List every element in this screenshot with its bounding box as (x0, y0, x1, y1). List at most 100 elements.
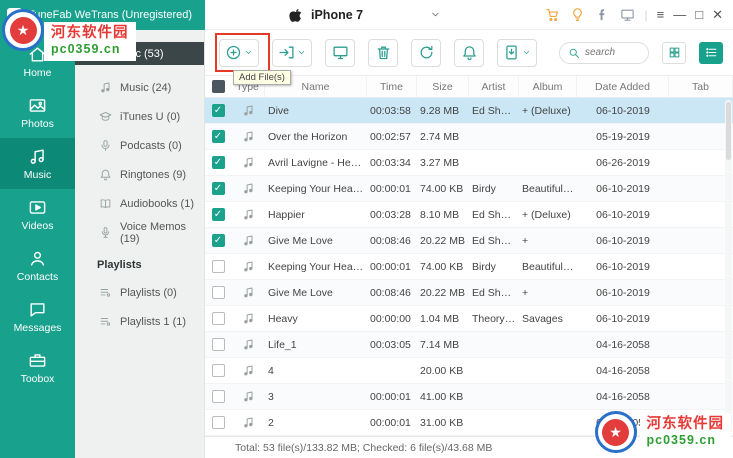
song-size: 20.22 MB (420, 286, 465, 299)
library-item-label: Ringtones (9) (120, 168, 187, 181)
table-row[interactable]: ✓ Avril Lavigne - Here's To... 00:03:34 … (205, 150, 733, 176)
row-checkbox[interactable] (211, 364, 225, 377)
select-all-checkbox[interactable] (211, 80, 225, 93)
list-view-button[interactable] (699, 41, 723, 64)
device-selector[interactable]: iPhone 7 (289, 8, 441, 22)
library-item[interactable]: Music (24) (75, 73, 204, 102)
song-date-added: 04-16-2058 (596, 364, 650, 377)
scrollbar-thumb[interactable] (726, 102, 731, 160)
row-checkbox[interactable]: ✓ (211, 104, 225, 117)
song-time: 00:08:46 (370, 234, 411, 247)
library-item[interactable]: iTunes U (0) (75, 102, 204, 131)
column-header-date-added[interactable]: Date Added (577, 76, 669, 97)
row-checkbox[interactable]: ✓ (211, 234, 225, 247)
row-checkbox[interactable] (211, 416, 225, 429)
menu-icon[interactable]: ≡ (657, 8, 665, 21)
add-file-button[interactable] (219, 38, 259, 67)
table-row[interactable]: 3 00:00:01 41.00 KB 04-16-2058 (205, 384, 733, 410)
window-title: TuneFab WeTrans (Unregistered) (28, 9, 193, 21)
tips-bulb-icon[interactable] (570, 7, 586, 23)
store-cart-icon[interactable] (545, 7, 561, 23)
row-checkbox[interactable] (211, 286, 225, 299)
grid-view-button[interactable] (662, 41, 686, 64)
song-date-added: 06-10-2019 (596, 208, 650, 221)
library-item-label: Playlists (0) (120, 286, 177, 299)
row-checkbox[interactable]: ✓ (211, 156, 225, 169)
table-row[interactable]: ✓ Give Me Love 00:08:46 20.22 MB Ed Shee… (205, 228, 733, 254)
table-row[interactable]: Give Me Love 00:08:46 20.22 MB Ed Sheera… (205, 280, 733, 306)
music-note-icon (242, 260, 255, 273)
song-name: 3 (268, 390, 274, 403)
column-header-artist[interactable]: Artist (469, 76, 519, 97)
table-row[interactable]: Life_1 00:03:05 7.14 MB 04-16-2058 (205, 332, 733, 358)
row-checkbox[interactable] (211, 260, 225, 273)
main-nav: Home Photos Music Videos Contacts Messag… (0, 30, 75, 458)
row-checkbox[interactable] (211, 390, 225, 403)
chevron-down-icon (430, 9, 441, 20)
export-button[interactable] (272, 38, 312, 67)
row-checkbox[interactable] (211, 312, 225, 325)
library-item[interactable]: Voice Memos (19) (75, 218, 204, 247)
ringtone-icon (99, 168, 112, 181)
column-header-time[interactable]: Time (367, 76, 417, 97)
row-checkbox[interactable] (211, 338, 225, 351)
maximize-icon[interactable]: □ (695, 8, 703, 21)
sidebar-item-messages[interactable]: Messages (0, 291, 75, 342)
song-album: Beautiful L... (522, 182, 577, 195)
sidebar-item-photos[interactable]: Photos (0, 87, 75, 138)
library-item[interactable]: Audiobooks (1) (75, 189, 204, 218)
list-icon (705, 46, 718, 59)
sidebar-item-contacts[interactable]: Contacts (0, 240, 75, 291)
library-item[interactable]: Ringtones (9) (75, 160, 204, 189)
library-item[interactable]: Playlists (0) (75, 278, 204, 307)
chevron-down-icon (522, 48, 531, 57)
watermark-site-name: 河东软件园 (51, 25, 129, 41)
library-item[interactable]: Playlists 1 (1) (75, 307, 204, 336)
table-row[interactable]: ✓ Over the Horizon 00:02:57 2.74 MB 05-1… (205, 124, 733, 150)
music-icon (28, 147, 47, 166)
add-files-tooltip: Add File(s) (233, 70, 291, 85)
main-content: Add File(s) TypeNameTimeSizeArtistAlbumD… (205, 30, 733, 458)
song-size: 1.04 MB (420, 312, 460, 325)
sidebar-item-toobox[interactable]: Toobox (0, 342, 75, 393)
table-row[interactable]: Keeping Your Head Up 00:00:01 74.00 KB B… (205, 254, 733, 280)
row-checkbox[interactable]: ✓ (211, 182, 225, 195)
column-header-album[interactable]: Album (519, 76, 577, 97)
transfer-to-device-button[interactable] (325, 38, 355, 67)
library-item[interactable]: Podcasts (0) (75, 131, 204, 160)
search-input[interactable] (585, 47, 640, 58)
facebook-icon[interactable] (595, 7, 611, 23)
refresh-button[interactable] (411, 38, 441, 67)
table-row[interactable]: Heavy 00:00:00 1.04 MB Theory of ... Sav… (205, 306, 733, 332)
sidebar-item-label: Home (23, 66, 52, 79)
song-date-added: 05-19-2019 (596, 130, 650, 143)
column-header-size[interactable]: Size (417, 76, 469, 97)
delete-button[interactable] (368, 38, 398, 67)
column-header-tab[interactable]: Tab (669, 76, 733, 97)
backup-button[interactable] (497, 38, 537, 67)
sidebar-item-label: Messages (13, 321, 62, 334)
song-date-added: 06-10-2019 (596, 104, 650, 117)
table-row[interactable]: ✓ Keeping Your Head Up 00:00:01 74.00 KB… (205, 176, 733, 202)
table-row[interactable]: ✓ Happier 00:03:28 8.10 MB Ed Sheeran + … (205, 202, 733, 228)
screen-mirror-icon[interactable] (620, 7, 636, 23)
close-icon[interactable]: ✕ (712, 8, 723, 21)
song-date-added: 06-10-2019 (596, 260, 650, 273)
row-checkbox[interactable]: ✓ (211, 130, 225, 143)
sidebar-item-music[interactable]: Music (0, 138, 75, 189)
add-circle-icon (225, 44, 242, 61)
vertical-scrollbar[interactable] (725, 100, 732, 433)
song-album: + (522, 234, 529, 247)
minimize-icon[interactable]: — (673, 8, 686, 21)
row-checkbox[interactable]: ✓ (211, 208, 225, 221)
song-date-added: 06-10-2019 (596, 286, 650, 299)
ringtone-maker-button[interactable] (454, 38, 484, 67)
music-note-icon (242, 286, 255, 299)
sidebar-item-videos[interactable]: Videos (0, 189, 75, 240)
song-name: Avril Lavigne - Here's To... (268, 156, 367, 169)
song-size: 20.00 KB (420, 364, 464, 377)
grid-icon (668, 46, 681, 59)
table-row[interactable]: ✓ Dive 00:03:58 9.28 MB Ed Sheeran + (De… (205, 98, 733, 124)
table-row[interactable]: 4 20.00 KB 04-16-2058 (205, 358, 733, 384)
library-item-label: Voice Memos (19) (120, 220, 187, 245)
